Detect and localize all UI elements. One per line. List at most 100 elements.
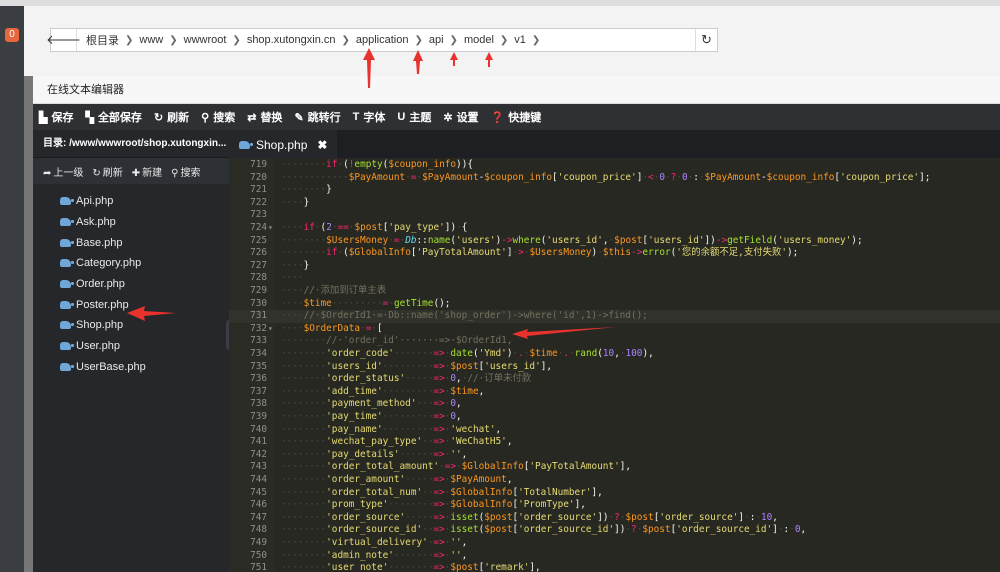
goto-line-icon: ✎	[294, 111, 304, 124]
code-line: 748 ········'order_source_id'··=>·isset($…	[229, 524, 1000, 537]
line-number: 744	[250, 474, 267, 485]
file-item[interactable]: Poster.php	[33, 294, 229, 315]
toolbar-button-save-all[interactable]: ▚ 全部保存	[85, 109, 141, 125]
line-number: 740	[250, 423, 267, 435]
code-line: 747 ········'order_source'·····=>·isset($…	[229, 512, 1000, 525]
toolbar-button-label: 替换	[260, 112, 283, 124]
file-item[interactable]: Api.php	[33, 191, 229, 212]
code-text: ····}	[281, 196, 310, 208]
line-number: 732	[250, 322, 267, 334]
sidebar-tool-search[interactable]: ⚲ 搜索	[171, 164, 200, 179]
code-line: 736 ········'order_status'·····=>·0,·//·订…	[229, 373, 1000, 386]
line-number: 741	[250, 436, 267, 448]
replace-icon: ⇄	[247, 111, 257, 124]
close-icon[interactable]: ✖	[317, 138, 327, 152]
toolbar-button-gear[interactable]: ✲ 设置	[443, 109, 478, 125]
code-text: ········if·($GlobalInfo['PayTotalAmount'…	[281, 247, 799, 259]
line-number: 722	[250, 196, 267, 208]
line-number: 733	[250, 335, 267, 347]
breadcrumb-item[interactable]: 根目录	[83, 32, 122, 48]
line-number: 734	[250, 348, 267, 359]
toolbar-button-save[interactable]: ▙ 保存	[39, 109, 73, 125]
arrow-left-icon[interactable]: 🡐	[46, 29, 81, 51]
toolbar-button-label: 设置	[456, 112, 479, 124]
fold-toggle-icon[interactable]: ▾	[268, 323, 273, 336]
file-item[interactable]: UserBase.php	[33, 357, 229, 378]
toolbar-button-label: 快捷键	[508, 112, 542, 124]
file-icon	[60, 342, 74, 351]
notification-badge[interactable]: 0	[5, 28, 19, 42]
tab-shop-php[interactable]: Shop.php ✖	[229, 130, 338, 158]
code-text: ········'admin_note'·······=>·'',	[281, 549, 468, 561]
toolbar-button-refresh[interactable]: ↻ 刷新	[154, 109, 189, 125]
line-number: 750	[250, 549, 267, 561]
sidebar-tool-label: 上一级	[53, 167, 84, 179]
line-number: 738	[250, 398, 267, 410]
breadcrumb-item[interactable]: shop.xutongxin.cn	[244, 34, 339, 46]
code-text: ········'order_total_num'··=>·$GlobalInf…	[281, 486, 603, 498]
toolbar-button-help[interactable]: ❓ 快捷键	[491, 109, 542, 125]
file-icon	[60, 280, 74, 289]
refresh-icon: ↻	[153, 111, 164, 124]
file-item[interactable]: Shop.php	[33, 315, 229, 336]
toolbar-button-search[interactable]: ⚲ 搜索	[201, 109, 235, 125]
file-sidebar: 目录: /www/wwwroot/shop.xutongxin... ➦ 上一级 ↻…	[33, 130, 229, 572]
line-number: 737	[250, 385, 267, 397]
sidebar-tool-plus[interactable]: ✚ 新建	[132, 164, 162, 179]
breadcrumb-item[interactable]: v1	[511, 34, 529, 46]
breadcrumb-item[interactable]: application	[353, 34, 412, 46]
sidebar-tool-refresh[interactable]: ↻ 刷新	[92, 164, 122, 179]
code-text: ········'pay_details'······=>·'',	[281, 448, 468, 460]
toolbar-button-theme[interactable]: U 主题	[397, 109, 431, 125]
code-line: 745 ········'order_total_num'··=>·$Global…	[229, 487, 1000, 500]
breadcrumb-item[interactable]: www	[136, 34, 166, 46]
line-number: 749	[250, 537, 267, 548]
code-line: 720 ············$PayAmount·=·$PayAmount-$…	[229, 172, 1000, 185]
file-icon	[60, 259, 74, 268]
file-item[interactable]: Category.php	[33, 253, 229, 274]
breadcrumb-item[interactable]: wwwroot	[181, 34, 230, 46]
file-item[interactable]: Ask.php	[33, 212, 229, 233]
line-number: 719	[250, 159, 267, 170]
breadcrumb-item[interactable]: model	[461, 34, 497, 46]
line-number: 748	[250, 524, 267, 536]
search-icon: ⚲	[171, 167, 179, 179]
save-icon: ▙	[39, 111, 48, 124]
toolbar-button-goto-line[interactable]: ✎ 跳转行	[294, 109, 340, 125]
code-text: ········'pay_name'·········=>·'wechat',	[281, 423, 502, 435]
code-text: ········'order_amount'·····=>·$PayAmount…	[281, 474, 513, 485]
breadcrumb-item[interactable]: api	[426, 34, 447, 46]
chevron-right-icon: ❯	[414, 34, 423, 46]
line-number: 731	[250, 310, 267, 322]
toolbar-button-label: 全部保存	[97, 112, 142, 124]
toolbar-button-label: 字体	[363, 112, 386, 124]
line-number: 743	[250, 461, 267, 473]
code-text: ········'user_note'········=>·$post['rem…	[281, 562, 541, 572]
code-text: ········//·'order_id'·······=>·$OrderId1…	[281, 335, 513, 347]
toolbar-button-font[interactable]: T 字体	[353, 109, 386, 125]
file-item[interactable]: Order.php	[33, 274, 229, 295]
code-text: ····$time·········=·getTime();	[281, 297, 451, 309]
file-item[interactable]: User.php	[33, 336, 229, 357]
code-line: 746 ········'prom_type'········=>·$Global…	[229, 499, 1000, 512]
code-line: 719 ········if·(!empty($coupon_info)){	[229, 159, 1000, 172]
refresh-icon[interactable]: ↻	[695, 29, 717, 51]
fold-toggle-icon[interactable]: ▾	[268, 222, 273, 235]
chevron-right-icon: ❯	[499, 34, 509, 46]
code-text: ········'wechat_pay_type'··=>·'WeChatH5'…	[281, 436, 513, 448]
file-name: User.php	[76, 340, 121, 353]
toolbar-button-label: 跳转行	[307, 112, 341, 124]
chevron-right-icon: ❯	[169, 34, 178, 46]
code-line: 721 ········}	[229, 184, 1000, 197]
sidebar-tool-arrow-up[interactable]: ➦ 上一级	[43, 164, 83, 179]
code-line: 739 ········'pay_time'·········=>·0,	[229, 411, 1000, 424]
line-number: 746	[250, 499, 267, 511]
code-editor[interactable]: 719 ········if·(!empty($coupon_info)){720…	[229, 158, 1000, 572]
file-name: Ask.php	[76, 216, 116, 229]
toolbar-button-replace[interactable]: ⇄ 替换	[247, 109, 282, 125]
file-name: Poster.php	[76, 298, 129, 311]
file-item[interactable]: Base.php	[33, 232, 229, 253]
help-icon: ❓	[490, 111, 505, 124]
code-line: 749 ········'virtual_delivery'·=>·'',	[229, 537, 1000, 550]
toolbar-button-label: 保存	[51, 112, 74, 124]
